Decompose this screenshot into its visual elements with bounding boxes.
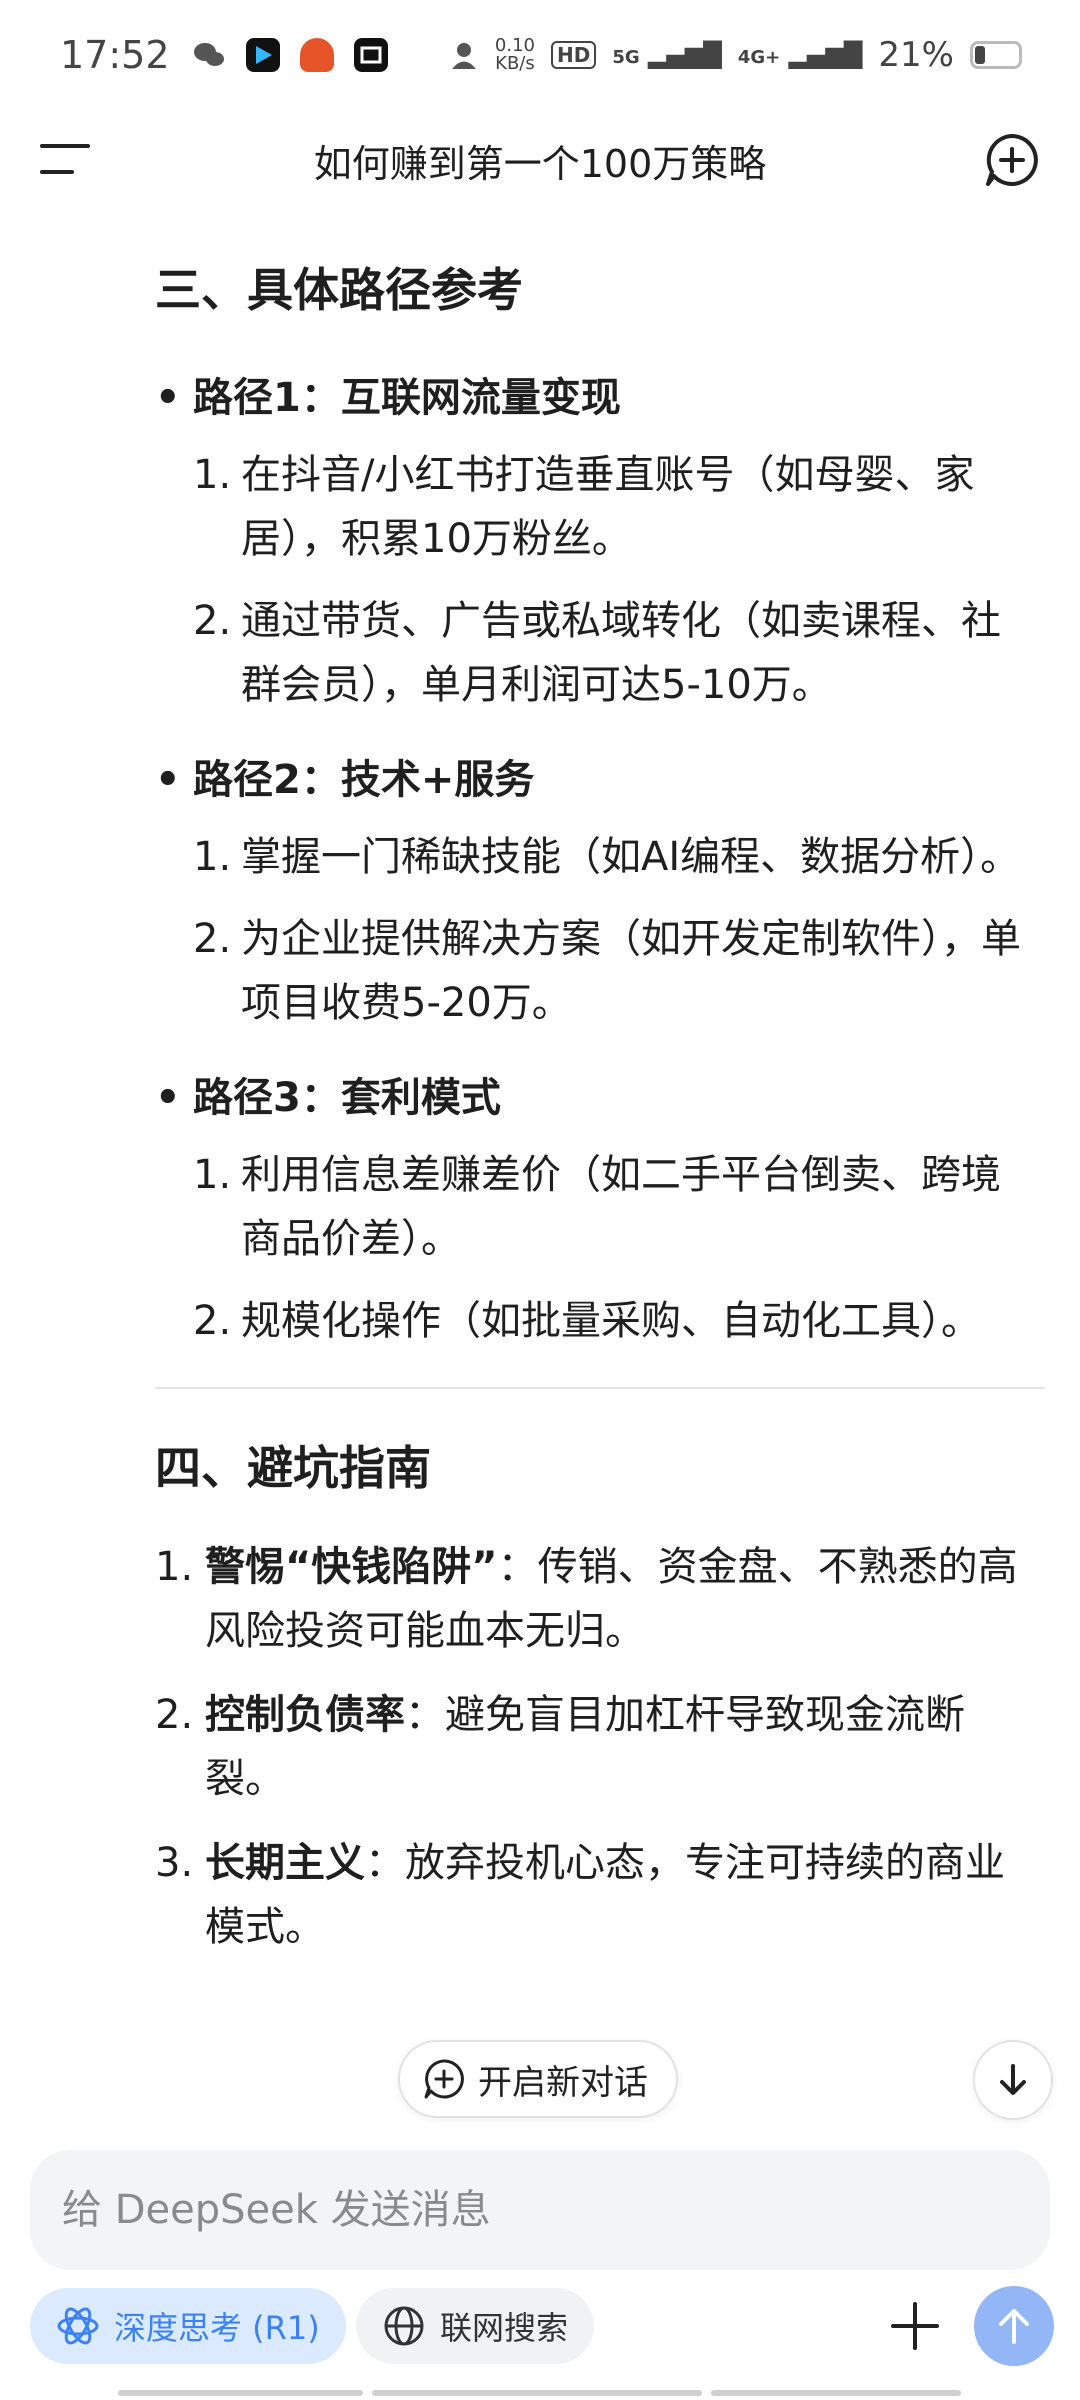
home-indicator: [711, 2390, 961, 2396]
path-block: 路径2：技术+服务 1.掌握一门稀缺技能（如AI编程、数据分析）。 2.为企业提…: [155, 735, 1040, 1035]
send-button[interactable]: [974, 2286, 1054, 2366]
new-chat-icon[interactable]: [982, 130, 1042, 190]
path-title: 路径3：套利模式: [155, 1053, 1040, 1143]
battery-percent: 21%: [878, 35, 954, 75]
path-title: 路径2：技术+服务: [155, 735, 1040, 825]
hd-indicator: HD: [551, 41, 597, 69]
composer-toolbar: 深度思考 (R1) 联网搜索: [0, 2286, 1080, 2368]
new-chat-icon: [424, 2059, 464, 2099]
section-divider: [155, 1387, 1045, 1389]
signal-5g: 5G ▂▄▆█: [612, 41, 722, 69]
battery-icon: [970, 41, 1022, 69]
web-search-label: 联网搜索: [440, 2309, 569, 2347]
section-heading: 四、避坑指南: [155, 1441, 431, 1495]
list-item: 2. 规模化操作（如批量采购、自动化工具）。: [193, 1298, 981, 1344]
new-chat-button[interactable]: 开启新对话: [398, 2040, 678, 2118]
deep-think-toggle[interactable]: 深度思考 (R1): [30, 2288, 346, 2364]
conversation-title[interactable]: 如何赚到第一个100万策略: [314, 133, 767, 188]
globe-icon: [384, 2306, 424, 2346]
message-composer[interactable]: [30, 2150, 1050, 2270]
status-app-icons: [192, 38, 388, 72]
orange-app-icon: [299, 38, 334, 72]
list-item: 1. 掌握一门稀缺技能（如AI编程、数据分析）。: [193, 834, 1021, 880]
arrow-up-icon: [999, 2309, 1029, 2344]
web-search-toggle[interactable]: 联网搜索: [356, 2288, 595, 2364]
deep-think-label: 深度思考 (R1): [114, 2309, 320, 2347]
home-indicator: [118, 2390, 363, 2396]
message-content[interactable]: 三、具体路径参考 路径1：互联网流量变现 1.在抖音/小红书打造垂直账号（如母婴…: [0, 215, 1080, 2130]
arrow-down-icon: [1000, 2064, 1026, 2095]
scroll-down-button[interactable]: [973, 2040, 1053, 2120]
message-input[interactable]: [62, 2187, 1018, 2233]
list-item: 2. 通过带货、广告或私域转化（如卖课程、社群会员），单月利润可达5-10万。: [193, 598, 1001, 708]
status-time: 17:52: [60, 33, 170, 77]
tip-item: 2. 控制负债率：避免盲目加杠杆导致现金流断裂。: [155, 1692, 965, 1802]
wechat-icon: [193, 43, 224, 66]
new-chat-label: 开启新对话: [478, 2062, 648, 2103]
menu-icon[interactable]: [40, 140, 94, 180]
section-heading: 三、具体路径参考: [155, 263, 523, 317]
status-indicators: 0.10 KB/s HD 5G ▂▄▆█ 4G+ ▂▄▆█ 21%: [449, 0, 1022, 110]
list-item: 1. 在抖音/小红书打造垂直账号（如母婴、家居），积累10万粉丝。: [193, 452, 975, 562]
capcut-app-icon: [353, 38, 388, 72]
status-bar: 17:52 0.10 KB/s HD 5G ▂▄▆█ 4G+ ▂▄▆█ 21%: [0, 0, 1080, 110]
list-item: 1. 利用信息差赚差价（如二手平台倒卖、跨境商品价差）。: [193, 1152, 1001, 1262]
tip-item: 3. 长期主义：放弃投机心态，专注可持续的商业模式。: [155, 1840, 1005, 1950]
home-indicator: [372, 2390, 702, 2396]
path-title: 路径1：互联网流量变现: [155, 353, 1040, 443]
net-speed: 0.10 KB/s: [494, 35, 535, 74]
atom-icon: [57, 2307, 99, 2345]
tip-item: 1. 警惕“快钱陷阱”：传销、资金盘、不熟悉的高风险投资可能血本无归。: [155, 1544, 1018, 1654]
play-app-icon: [245, 38, 280, 72]
user-icon: [451, 43, 476, 69]
signal-4g: 4G+ ▂▄▆█: [737, 41, 863, 69]
list-item: 2. 为企业提供解决方案（如开发定制软件），单项目收费5-20万。: [193, 916, 1021, 1026]
app-header: 如何赚到第一个100万策略: [0, 110, 1080, 210]
path-block: 路径3：套利模式 1.利用信息差赚差价（如二手平台倒卖、跨境商品价差）。 2.规…: [155, 1053, 1040, 1353]
path-block: 路径1：互联网流量变现 1.在抖音/小红书打造垂直账号（如母婴、家居），积累10…: [155, 353, 1040, 717]
plus-icon[interactable]: [885, 2296, 945, 2356]
tips-list: 1. 警惕“快钱陷阱”：传销、资金盘、不熟悉的高风险投资可能血本无归。 2. 控制负…: [155, 1535, 1040, 1959]
